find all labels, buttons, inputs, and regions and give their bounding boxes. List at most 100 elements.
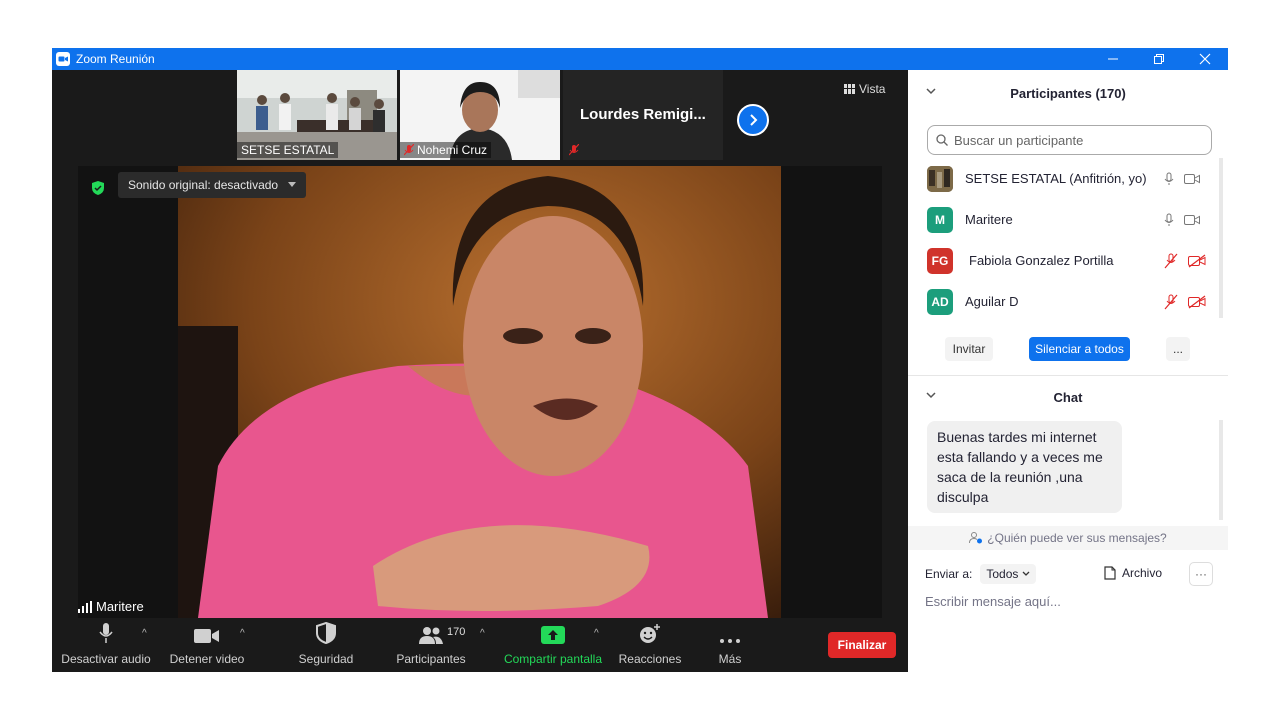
zoom-window: Zoom Reunión SETSE ESTATAL Nohemi Cruz L… — [52, 48, 1228, 672]
chevron-down-icon[interactable] — [926, 87, 936, 95]
more-dots-icon — [720, 639, 740, 643]
grid-view-icon — [844, 84, 855, 94]
participant-status-icons — [1164, 213, 1200, 227]
signal-strength-icon — [78, 600, 92, 613]
thumbnail-nohemi-cruz[interactable]: Nohemi Cruz — [400, 70, 560, 160]
video-area: SETSE ESTATAL Nohemi Cruz Lourdes Remigi… — [52, 70, 908, 618]
security-label: Seguridad — [298, 652, 354, 666]
participant-row[interactable]: AD Aguilar D — [908, 281, 1228, 322]
mic-icon[interactable] — [1164, 213, 1174, 227]
avatar — [927, 165, 953, 192]
meeting-toolbar: Desactivar audio ^ Detener video ^ Segur… — [52, 618, 908, 672]
participant-list: SETSE ESTATAL (Anfitrión, yo) M Maritere… — [908, 158, 1228, 322]
video-options-chevron-icon[interactable]: ^ — [240, 628, 245, 639]
encryption-shield-icon[interactable] — [91, 181, 105, 195]
chat-header: Chat — [908, 377, 1228, 417]
mic-muted-icon[interactable] — [1164, 253, 1178, 269]
participant-row[interactable]: SETSE ESTATAL (Anfitrión, yo) — [908, 158, 1228, 199]
speaker-video-image — [178, 166, 781, 618]
reactions-button[interactable]: Reacciones — [614, 618, 686, 672]
invite-button[interactable]: Invitar — [945, 337, 993, 361]
side-panel: Participantes (170) Buscar un participan… — [908, 70, 1228, 672]
who-can-see-link[interactable]: ¿Quién puede ver sus mensajes? — [908, 526, 1228, 550]
participants-icon — [419, 627, 443, 644]
more-button[interactable]: Más — [702, 618, 758, 672]
chat-scrollbar[interactable] — [1219, 420, 1223, 520]
close-icon — [1199, 53, 1211, 65]
avatar: AD — [927, 288, 953, 315]
participant-row[interactable]: M Maritere — [908, 199, 1228, 240]
speaker-video-frame — [178, 166, 781, 618]
camera-icon[interactable] — [1184, 214, 1200, 226]
main-speaker-video: Sonido original: desactivado — [78, 166, 882, 618]
participant-name: Aguilar D — [965, 294, 1019, 309]
window-title: Zoom Reunión — [76, 52, 155, 66]
chevron-right-icon — [750, 114, 758, 126]
file-label: Archivo — [1122, 566, 1163, 580]
camera-icon[interactable] — [1184, 173, 1200, 185]
minimize-icon — [1108, 58, 1118, 60]
mute-audio-button[interactable]: Desactivar audio — [58, 618, 154, 672]
more-label: Más — [718, 652, 742, 666]
security-button[interactable]: Seguridad — [290, 618, 362, 672]
participant-row[interactable]: FG Fabiola Gonzalez Portilla — [908, 240, 1228, 281]
participants-label: Participantes — [396, 652, 466, 666]
file-button[interactable]: Archivo — [1104, 566, 1162, 580]
minimize-button[interactable] — [1090, 48, 1136, 70]
chat-message-input[interactable]: Escribir mensaje aquí... — [925, 594, 1061, 609]
camera-off-icon[interactable] — [1188, 295, 1206, 309]
participant-status-icons — [1164, 294, 1206, 310]
participants-options-chevron-icon[interactable]: ^ — [480, 628, 485, 639]
thumbnail-name: SETSE ESTATAL — [237, 142, 339, 158]
who-can-see-label: ¿Quién puede ver sus mensajes? — [987, 531, 1167, 545]
reaction-smiley-icon — [640, 624, 660, 643]
original-sound-label: Sonido original: desactivado — [128, 178, 279, 192]
camera-off-icon[interactable] — [1188, 254, 1206, 268]
avatar: M — [927, 206, 953, 233]
file-icon — [1104, 566, 1116, 580]
close-button[interactable] — [1182, 48, 1228, 70]
recipient-dropdown[interactable]: Todos — [980, 564, 1037, 584]
section-divider — [908, 375, 1228, 376]
view-label: Vista — [859, 82, 886, 96]
audio-options-chevron-icon[interactable]: ^ — [142, 628, 147, 639]
share-screen-button[interactable]: Compartir pantalla — [498, 618, 608, 672]
video-camera-icon — [194, 629, 219, 643]
participant-name: Maritere — [965, 212, 1013, 227]
next-page-button[interactable] — [737, 104, 769, 136]
microphone-icon — [99, 623, 113, 643]
chevron-down-icon[interactable] — [926, 391, 936, 399]
chat-message: Buenas tardes mi internet esta fallando … — [927, 421, 1122, 513]
thumbnail-setse-estatal[interactable]: SETSE ESTATAL — [237, 70, 397, 160]
original-sound-dropdown[interactable]: Sonido original: desactivado — [118, 172, 307, 198]
speaker-name-tag: Maritere — [78, 599, 144, 614]
participant-status-icons — [1164, 172, 1200, 186]
end-meeting-button[interactable]: Finalizar — [828, 632, 896, 658]
avatar-photo — [927, 165, 953, 192]
send-to-row: Enviar a: Todos — [925, 564, 1037, 584]
chat-more-button[interactable]: ··· — [1189, 562, 1213, 586]
participant-search-input[interactable]: Buscar un participante — [927, 125, 1212, 155]
reactions-label: Reacciones — [618, 652, 682, 666]
stop-video-button[interactable]: Detener video — [164, 618, 250, 672]
security-shield-icon — [316, 622, 336, 644]
share-screen-label: Compartir pantalla — [503, 652, 603, 666]
participants-title: Participantes (170) — [1010, 85, 1126, 101]
speaker-name: Maritere — [96, 599, 144, 614]
participants-scrollbar[interactable] — [1219, 158, 1223, 318]
restore-button[interactable] — [1136, 48, 1182, 70]
thumbnail-name-text: Lourdes Remigi... — [580, 106, 706, 123]
participants-more-button[interactable]: ... — [1166, 337, 1190, 361]
thumbnail-lourdes[interactable]: Lourdes Remigi... — [563, 70, 723, 160]
share-options-chevron-icon[interactable]: ^ — [594, 628, 599, 639]
mic-icon[interactable] — [1164, 172, 1174, 186]
chevron-down-icon — [1022, 571, 1030, 576]
stop-video-label: Detener video — [169, 652, 245, 666]
mic-muted-icon[interactable] — [1164, 294, 1178, 310]
thumbnail-name: Nohemi Cruz — [400, 142, 492, 158]
thumbnail-label: SETSE ESTATAL — [241, 143, 335, 157]
view-button[interactable]: Vista — [844, 82, 885, 96]
share-screen-icon — [541, 626, 565, 644]
chevron-down-icon — [288, 182, 297, 187]
mute-all-button[interactable]: Silenciar a todos — [1029, 337, 1130, 361]
